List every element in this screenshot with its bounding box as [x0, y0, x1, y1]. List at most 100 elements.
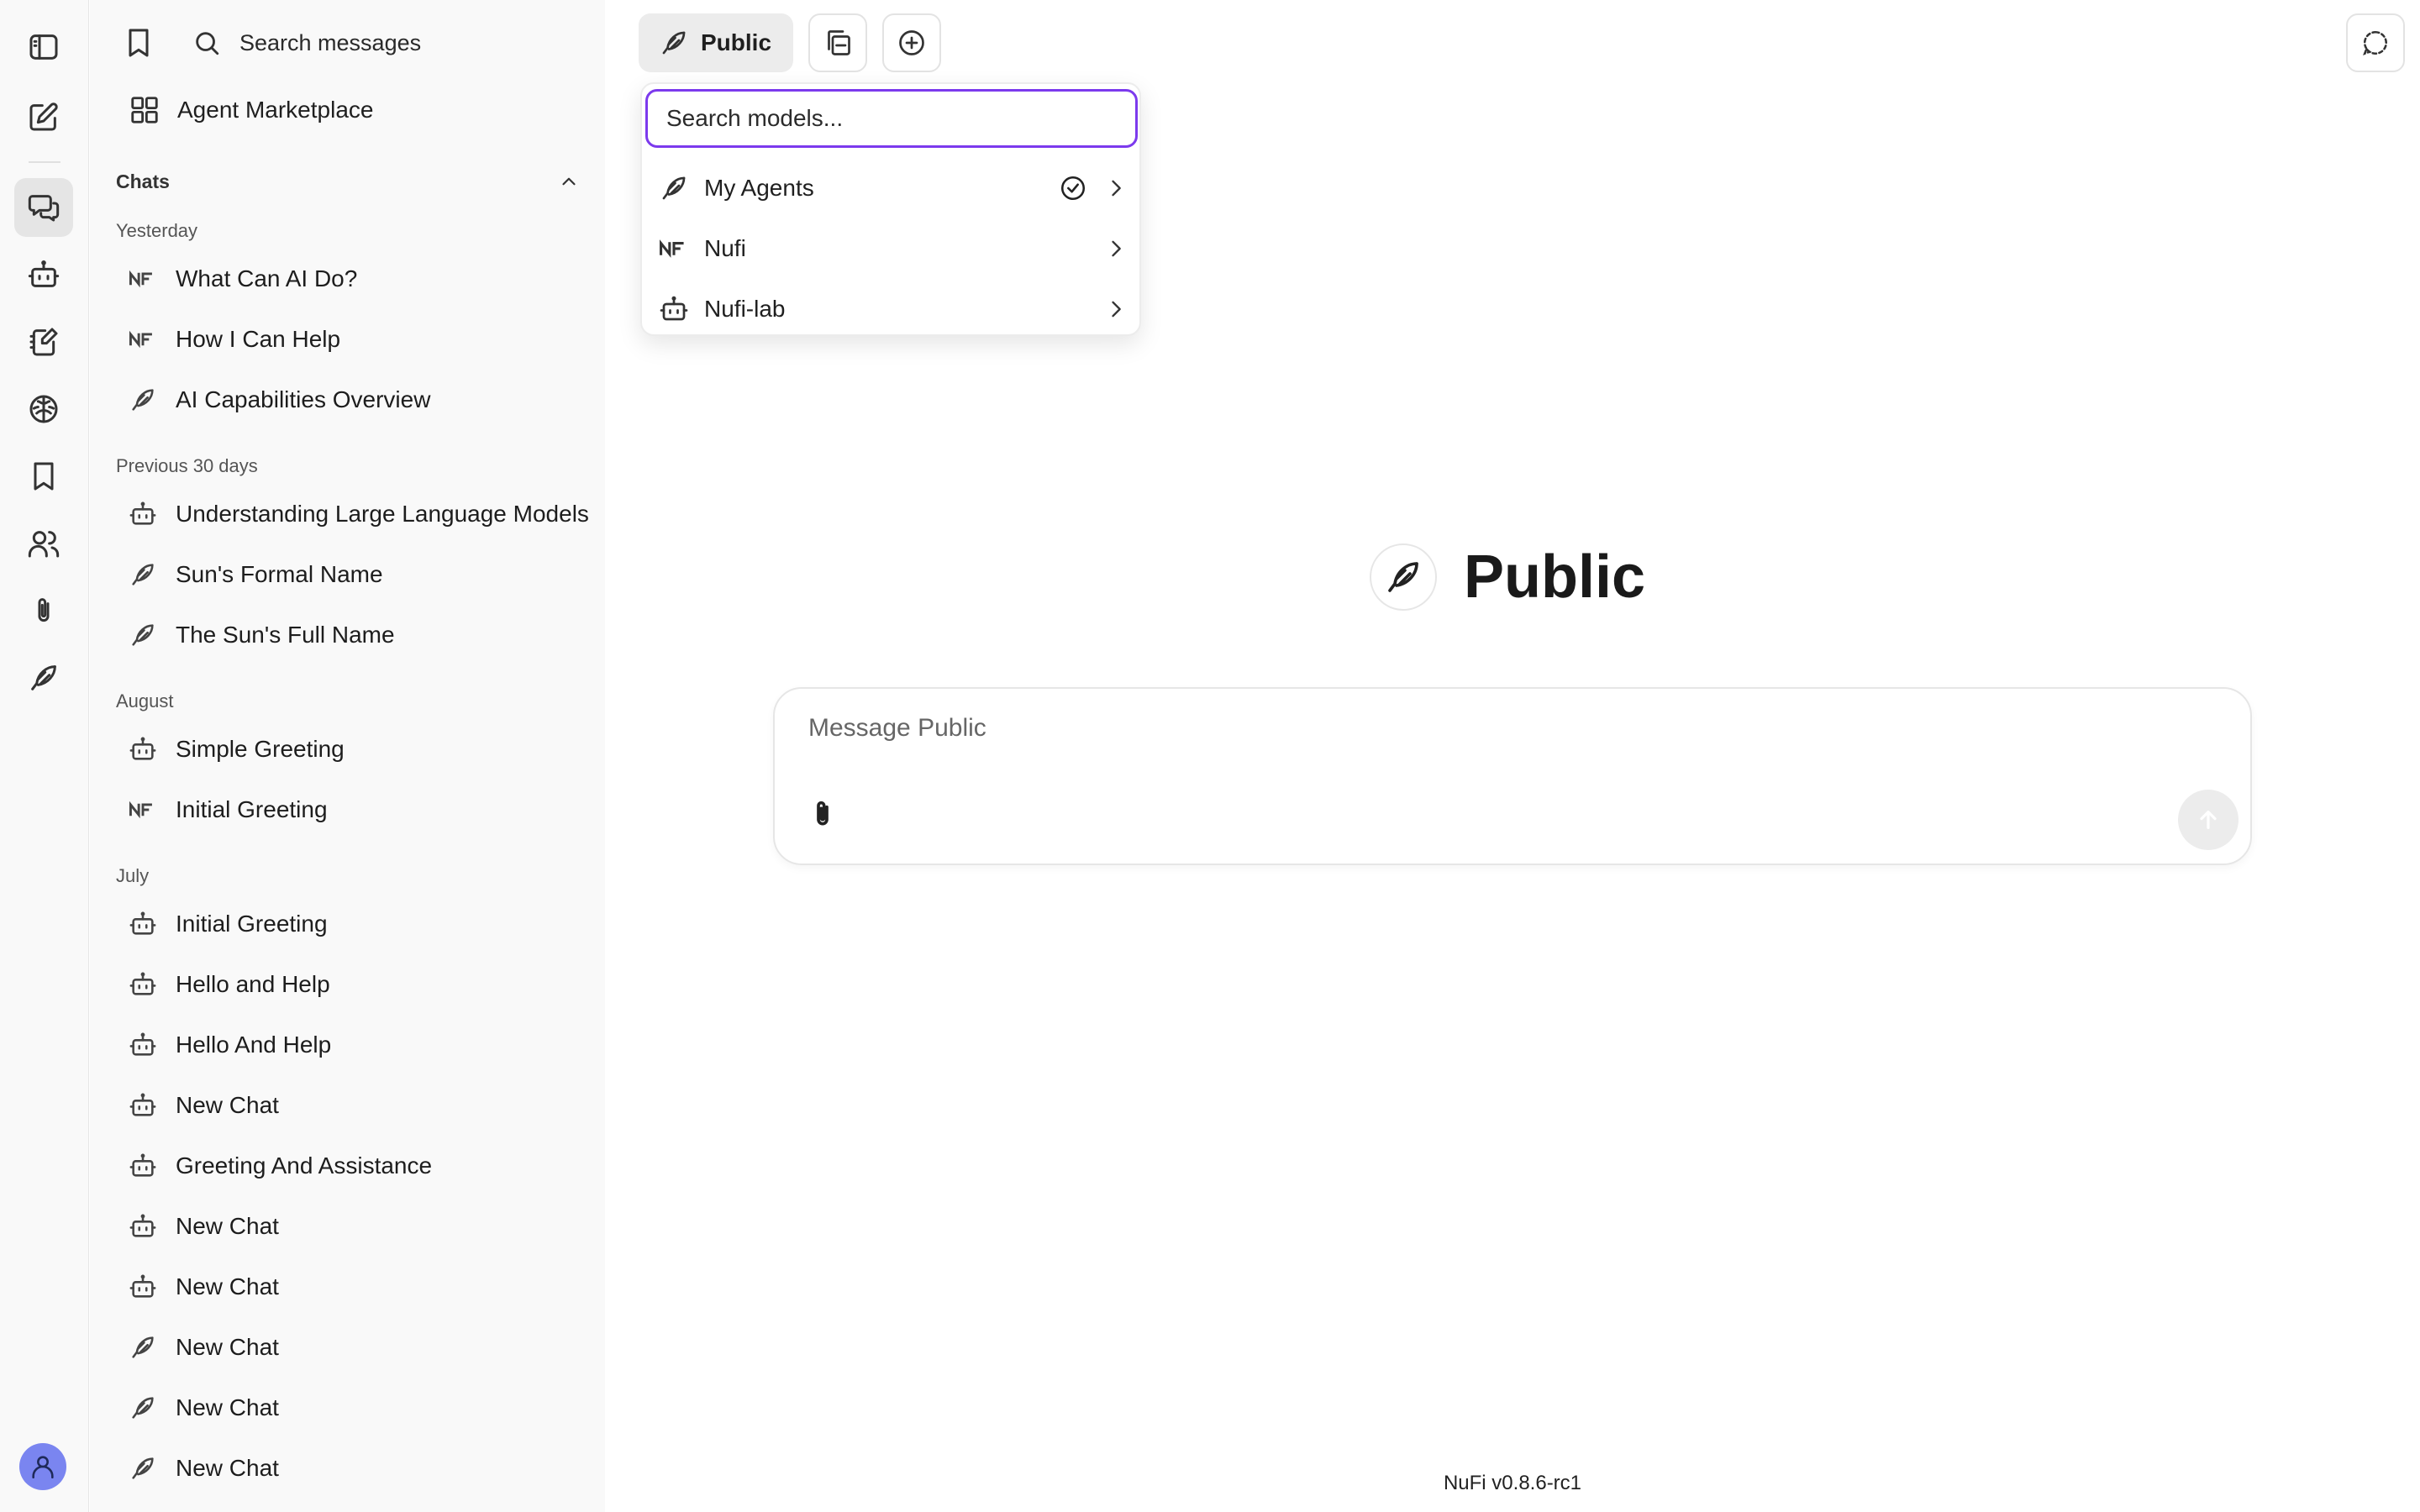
chat-list-item[interactable]: Initial Greeting: [124, 897, 594, 951]
chat-list-item[interactable]: New Chat: [124, 1381, 594, 1435]
agent-marketplace-label: Agent Marketplace: [177, 97, 374, 123]
chat-title: What Can AI Do?: [176, 265, 358, 291]
feather-icon: [129, 386, 157, 414]
chat-title: New Chat: [176, 1455, 279, 1481]
chat-title: Initial Greeting: [176, 796, 328, 822]
bot-icon: [129, 970, 157, 999]
chat-list-item[interactable]: Hello And Help: [124, 1018, 594, 1072]
copy-button[interactable]: [808, 13, 867, 72]
model-search-field[interactable]: [645, 89, 1138, 148]
chevron-right-icon: [1112, 180, 1121, 197]
add-model-button[interactable]: [882, 13, 941, 72]
new-chat-button[interactable]: [14, 87, 73, 146]
chat-list-item[interactable]: How I Can Help: [124, 312, 594, 366]
dashed-chat-bubble-icon: [2363, 30, 2387, 55]
chat-list-item[interactable]: The Sun's Full Name: [124, 608, 594, 662]
chat-title: New Chat: [176, 1092, 279, 1118]
dropdown-item-label: My Agents: [704, 175, 814, 201]
brain-icon: [29, 395, 58, 423]
nufi-logo-icon: [660, 239, 684, 258]
chat-group-label: August: [116, 690, 174, 711]
nufi-logo-icon: [129, 325, 157, 354]
chevron-right-icon: [1112, 301, 1121, 318]
nufi-logo-icon: [129, 795, 157, 824]
temporary-chat-button[interactable]: [2346, 13, 2405, 72]
chat-title: Initial Greeting: [176, 911, 328, 937]
bot-icon: [129, 1152, 157, 1180]
feather-icon: [129, 621, 157, 649]
feather-icon: [129, 1333, 157, 1362]
users-icon: [28, 531, 60, 558]
bot-icon: [129, 735, 157, 764]
dropdown-item-my-agents[interactable]: My Agents: [642, 158, 1139, 218]
chat-list-item[interactable]: Sun's Formal Name: [124, 548, 594, 601]
paperclip-icon: [38, 598, 50, 622]
dropdown-item-nufi-lab[interactable]: Nufi-lab: [642, 279, 1139, 339]
chat-title: How I Can Help: [176, 326, 341, 352]
attach-file-button[interactable]: [803, 793, 842, 835]
chat-title: Simple Greeting: [176, 736, 345, 762]
prompts-button[interactable]: [14, 648, 73, 707]
chat-list-item[interactable]: New Chat: [124, 1320, 594, 1374]
bot-icon: [129, 1212, 157, 1241]
agents-button[interactable]: [14, 245, 73, 304]
nufi-logo-icon: [129, 265, 157, 293]
chat-title: Sun's Formal Name: [176, 561, 383, 587]
model-selector-button[interactable]: Public: [639, 13, 793, 72]
check-circle-icon: [1060, 176, 1086, 201]
dropdown-item-label: Nufi: [704, 235, 746, 261]
bot-icon: [129, 500, 157, 528]
rail-divider: [29, 161, 60, 163]
chat-list-item[interactable]: New Chat: [124, 1079, 594, 1132]
paperclip-icon: [817, 801, 829, 826]
chat-title: New Chat: [176, 1273, 279, 1299]
model-search-input[interactable]: [666, 105, 1135, 132]
sidebar-toggle-button[interactable]: [14, 18, 73, 76]
chat-list-item[interactable]: Initial Greeting: [124, 783, 594, 837]
chevron-up-icon[interactable]: [558, 171, 580, 192]
main-area: Public My Agents Nufi Nufi-lab: [605, 0, 2420, 1512]
chat-list-item[interactable]: Understanding Large Language Models: [124, 487, 594, 541]
agent-marketplace-link[interactable]: Agent Marketplace: [129, 89, 373, 131]
chat-title: Hello and Help: [176, 971, 330, 997]
model-avatar: [1370, 543, 1437, 611]
icon-rail: [0, 0, 89, 1512]
notebook-button[interactable]: [14, 312, 73, 371]
chat-title: Hello And Help: [176, 1032, 332, 1058]
files-button[interactable]: [14, 581, 73, 640]
user-avatar[interactable]: [19, 1443, 66, 1490]
chats-button[interactable]: [14, 178, 73, 237]
chats-icon: [28, 195, 60, 222]
chat-list-item[interactable]: Greeting And Assistance: [124, 1139, 594, 1193]
feather-icon: [662, 176, 686, 200]
chat-list-item[interactable]: New Chat: [124, 1200, 594, 1253]
bookmarks-button[interactable]: [14, 447, 73, 506]
bookmark-icon[interactable]: [122, 26, 155, 60]
chats-section-header[interactable]: Chats: [116, 166, 580, 197]
search-messages-label: Search messages: [239, 29, 422, 55]
bot-icon: [129, 910, 157, 938]
chat-list-item[interactable]: AI Capabilities Overview: [124, 373, 594, 427]
model-hero: Public: [1370, 543, 1645, 612]
feather-icon: [129, 1454, 157, 1483]
chat-list-item[interactable]: Simple Greeting: [124, 722, 594, 776]
knowledge-button[interactable]: [14, 380, 73, 438]
chat-list-item[interactable]: New Chat: [124, 1260, 594, 1314]
chat-list-item[interactable]: New Chat: [124, 1441, 594, 1495]
bot-icon: [660, 296, 688, 321]
send-button[interactable]: [2178, 790, 2238, 850]
chat-group-label: July: [116, 865, 150, 886]
bot-icon: [129, 1031, 157, 1059]
chat-list-item[interactable]: Hello and Help: [124, 958, 594, 1011]
users-button[interactable]: [14, 514, 73, 573]
grid-icon: [131, 97, 158, 123]
sidebar-toggle-icon: [29, 34, 58, 60]
chat-list-item[interactable]: What Can AI Do?: [124, 252, 594, 306]
dropdown-item-nufi[interactable]: Nufi: [642, 218, 1139, 279]
search-icon: [196, 32, 219, 55]
message-input[interactable]: [808, 714, 2203, 764]
chevron-right-icon: [1112, 240, 1121, 257]
user-icon: [32, 1456, 54, 1479]
search-messages-button[interactable]: Search messages: [192, 22, 421, 64]
chat-title: The Sun's Full Name: [176, 622, 395, 648]
